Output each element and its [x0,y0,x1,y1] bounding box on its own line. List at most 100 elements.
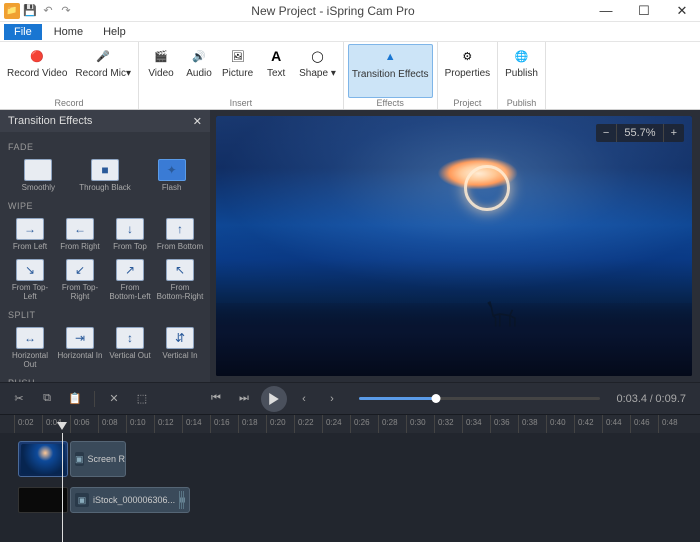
transition-item[interactable]: → From Left [6,215,54,254]
insert-audio-button[interactable]: 🔊Audio [181,44,217,98]
transition-item[interactable]: ✦Flash [139,156,204,195]
ruler-tick: 0:12 [154,415,174,433]
play-button[interactable] [261,386,287,412]
insert-text-button[interactable]: AText [258,44,294,98]
copy-button[interactable]: ⧉ [36,388,58,410]
prev-frame-button[interactable]: ‹ [293,388,315,410]
transition-thumb: ← [66,218,94,240]
transition-panel: Transition Effects ✕ FADE Smoothly ■ Throug… [0,110,210,382]
transition-item[interactable]: ↙From Top-Right [56,256,104,304]
mic-icon: 🎤 [93,46,113,66]
zoom-out-button[interactable]: − [596,124,617,142]
transition-item[interactable]: Smoothly [6,156,71,195]
publish-button[interactable]: 🌐Publish [502,44,541,98]
audio-icon: 🔊 [189,46,209,66]
audio-clip-2[interactable]: ▣ iStock_000006306... [70,487,190,513]
transition-label: From Bottom-Left [106,283,154,301]
timecode: 0:03.4 / 0:09.7 [616,393,692,405]
transition-thumb: ■ [91,159,119,181]
transition-thumb: → [16,218,44,240]
transition-item[interactable]: ←From Right [56,215,104,254]
transition-label: From Bottom-Right [156,283,204,301]
transition-item[interactable]: ↑From Bottom [156,215,204,254]
ruler-tick: 0:42 [574,415,594,433]
redo-icon[interactable]: ↷ [58,3,74,19]
zoom-value: 55.7% [617,124,662,142]
transition-label: Horizontal Out [6,351,54,369]
ribbon: 🔴Record Video 🎤Record Mic▾ Record 🎬Video… [0,42,700,110]
minimize-button[interactable]: — [592,3,620,19]
group-title: FADE [6,136,204,156]
home-tab[interactable]: Home [46,24,91,40]
undo-icon[interactable]: ↶ [40,3,56,19]
transition-label: Smoothly [22,183,55,192]
crop-button[interactable]: ⬚ [131,388,153,410]
close-button[interactable]: ✕ [668,3,696,19]
insert-picture-button[interactable]: 🖼Picture [219,44,256,98]
record-video-icon: 🔴 [27,46,47,66]
save-icon[interactable]: 💾 [22,3,38,19]
ruler-tick: 0:48 [658,415,678,433]
transition-label: From Left [13,242,47,251]
file-menu[interactable]: File [4,24,42,40]
transition-item[interactable]: ⇵Vertical In [156,324,204,372]
transition-thumb: ↔ [16,327,44,349]
progress-bar[interactable] [359,397,600,400]
app-icon: 📁 [4,3,20,19]
panel-title: Transition Effects [8,115,92,127]
ruler-tick: 0:30 [406,415,426,433]
audio-clip-1[interactable]: ▣ Screen R [70,441,126,477]
panel-close-icon[interactable]: ✕ [193,115,202,128]
insert-shape-button[interactable]: ◯Shape ▾ [296,44,339,98]
paste-button[interactable]: 📋 [64,388,86,410]
transition-label: From Top-Left [6,283,54,301]
insert-video-button[interactable]: 🎬Video [143,44,179,98]
video-clip[interactable] [18,441,68,477]
next-frame-button[interactable]: › [321,388,343,410]
help-tab[interactable]: Help [95,24,134,40]
transition-item[interactable]: ↘From Top-Left [6,256,54,304]
track-1[interactable]: ▣ Screen R [14,439,700,479]
delete-button[interactable]: ✕ [103,388,125,410]
track-2[interactable]: ▣ iStock_000006306... [14,485,700,515]
transition-item[interactable]: ■ Through Black [73,156,138,195]
record-video-button[interactable]: 🔴Record Video [4,44,70,98]
skip-end-button[interactable]: ⏭ [233,388,255,410]
transition-item[interactable]: ↔ Horizontal Out [6,324,54,372]
transition-thumb: ⇥ [66,327,94,349]
transition-label: From Top-Right [56,283,104,301]
record-mic-button[interactable]: 🎤Record Mic▾ [72,44,134,98]
cut-button[interactable]: ✂ [8,388,30,410]
group-title: PUSH [6,372,204,382]
transition-item[interactable]: ↖From Bottom-Right [156,256,204,304]
transition-label: Flash [162,183,182,192]
transition-item[interactable]: ⇥Horizontal In [56,324,104,372]
transition-item[interactable]: ↗ From Bottom-Left [106,256,154,304]
skip-start-button[interactable]: ⏮ [205,388,227,410]
ruler-tick: 0:06 [70,415,90,433]
timeline-ruler[interactable]: 0:020:040:060:080:100:120:140:160:180:20… [0,415,700,433]
group-title: SPLIT [6,304,204,324]
transition-item[interactable]: ↓From Top [106,215,154,254]
transition-effects-button[interactable]: ▲Transition Effects [348,44,433,98]
transition-label: Through Black [79,183,131,192]
preview-image [216,116,692,376]
ruler-tick: 0:34 [462,415,482,433]
black-clip[interactable] [18,487,68,513]
ruler-tick: 0:08 [98,415,118,433]
transition-thumb: ↗ [116,259,144,281]
maximize-button[interactable]: ☐ [630,3,658,19]
preview-viewport[interactable]: − 55.7% + [216,116,692,376]
transition-label: From Top [113,242,147,251]
quick-access-toolbar: 📁 💾 ↶ ↷ [4,3,74,19]
ruler-tick: 0:32 [434,415,454,433]
clip-type-icon: ▣ [75,452,84,466]
group-title: WIPE [6,195,204,215]
zoom-in-button[interactable]: + [663,124,684,142]
transition-thumb: ↕ [116,327,144,349]
ruler-tick: 0:16 [210,415,230,433]
timeline-tracks[interactable]: ▣ Screen R ▣ iStock_000006306... [0,433,700,542]
properties-button[interactable]: ⚙Properties [442,44,494,98]
playhead[interactable] [62,433,63,542]
transition-item[interactable]: ↕Vertical Out [106,324,154,372]
